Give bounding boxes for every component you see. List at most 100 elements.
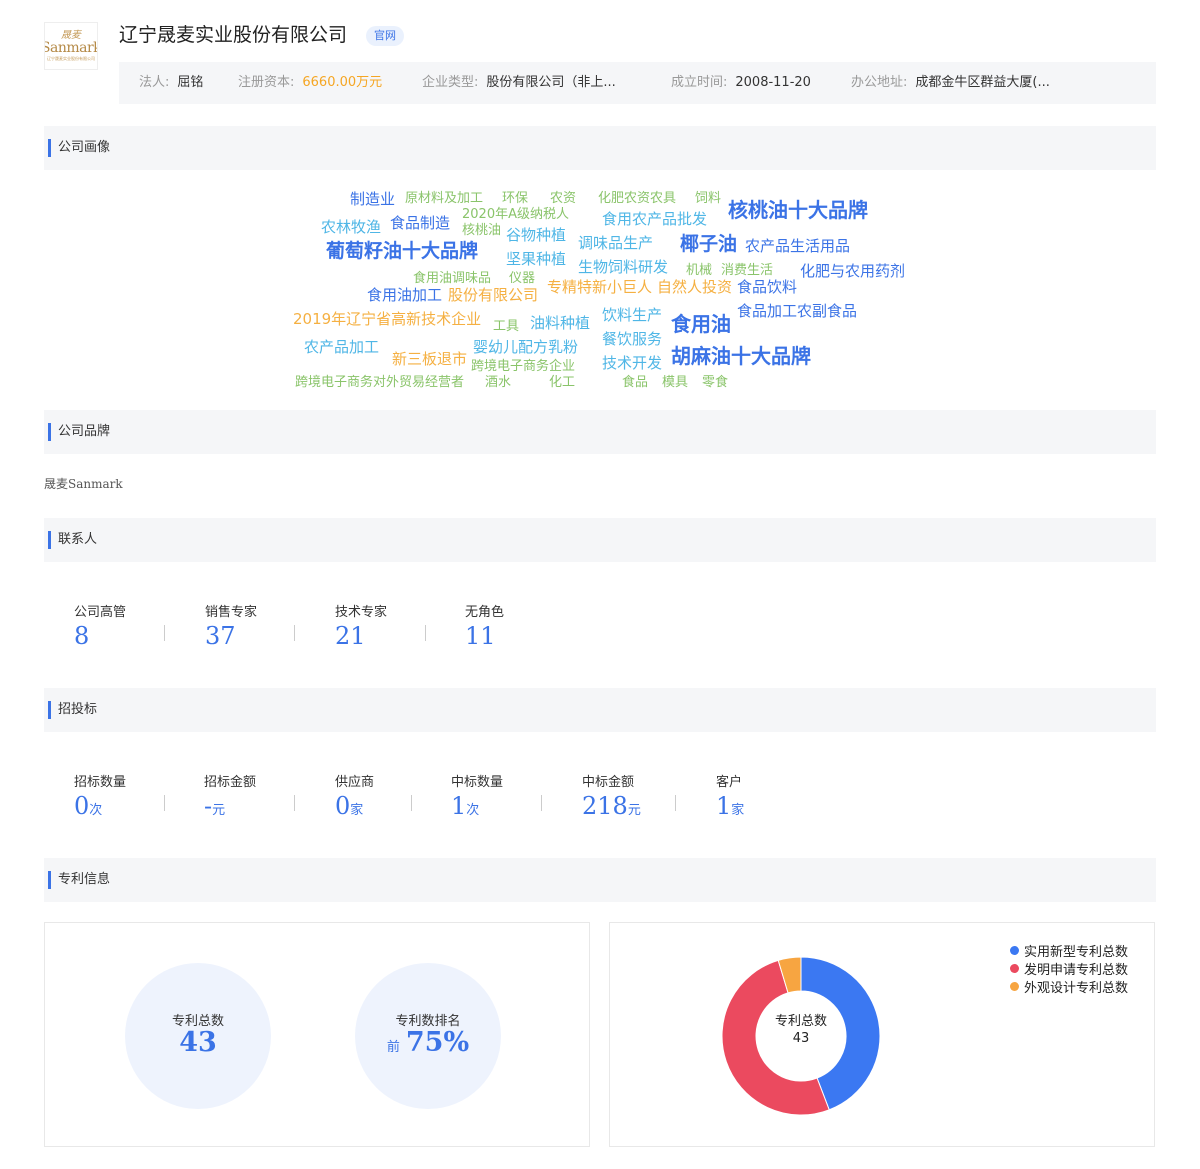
tag-word: 新三板退市 [392,350,468,368]
stat-unit: 元 [212,803,226,818]
stat-value: 0家 [335,792,374,820]
stat-label: 供应商 [335,775,375,790]
section-accent-bar [48,531,51,549]
tag-word: 2019年辽宁省高新技术企业 [293,310,482,328]
tag-word: 跨境电子商务企业 [471,359,576,374]
bid-stat-suppliers[interactable]: 供应商 0家 [335,771,374,820]
bid-stat-customers[interactable]: 客户 1家 [716,771,744,820]
stat-label: 中标金额 [582,775,635,790]
legend-item-utility[interactable]: 实用新型专利总数 [1009,941,1128,960]
bid-stat-wins[interactable]: 中标数量 1次 [451,771,503,820]
contact-stat-no-role[interactable]: 无角色 11 [465,601,504,650]
stat-value: 1家 [716,792,744,820]
tag-word-cloud: 制造业 原材料及加工 环保 农资 化肥农资农具 饲料 核桃油十大品牌 2020年A级纳税人 农林… [0,170,1200,405]
tag-word: 农产品生活用品 [745,237,851,255]
official-site-badge[interactable]: 官网 [366,26,404,46]
tag-word: 农产品加工 [304,338,380,356]
patent-total-value: 43 [179,1027,217,1058]
tag-word: 油料种植 [530,314,591,332]
stat-value: 218元 [582,792,641,820]
tag-word: 环保 [502,191,529,206]
section-header-patents: 专利信息 [44,858,1156,902]
info-label: 法人: [139,75,170,90]
stat-divider [541,795,542,811]
section-title: 公司品牌 [58,424,111,439]
stat-value: 0次 [74,792,126,820]
info-value: 6660.00万元 [302,75,383,90]
donut-center: 专利总数 43 [751,1013,851,1047]
tag-word: 食品加工农副食品 [737,302,858,320]
tag-word: 核桃油十大品牌 [728,198,868,222]
legend-dot [1009,945,1019,955]
donut-center-value: 43 [792,1031,810,1046]
info-label: 成立时间: [671,75,728,90]
info-value: 股份有限公司（非上... [486,75,616,90]
tag-word: 股份有限公司 [448,286,539,304]
legend-item-design[interactable]: 外观设计专利总数 [1009,977,1128,996]
contact-stat-sales[interactable]: 销售专家 37 [205,601,257,650]
tag-word: 食用油调味品 [413,271,492,286]
stat-label: 招标金额 [204,775,257,790]
patent-rank-circle: 专利数排名 前 75% [355,963,501,1109]
tag-word: 餐饮服务 [602,330,663,348]
patent-chart-card: 专利总数 43 实用新型专利总数 发明申请专利总数 外观设计专利总数 [609,922,1155,1147]
stat-value: -元 [204,792,256,820]
section-accent-bar [48,871,51,889]
company-info-bar: 法人: 屈铭 注册资本: 6660.00万元 企业类型: 股份有限公司（非上... 成… [119,62,1156,104]
donut-center-label: 专利总数 [774,1014,827,1029]
bid-stat-tender-amount[interactable]: 招标金额 -元 [204,771,256,820]
stat-unit: 次 [89,803,103,818]
tag-word: 调味品生产 [578,234,654,252]
stat-value: 11 [465,622,504,650]
tag-word: 婴幼儿配方乳粉 [473,338,579,356]
stat-label: 中标数量 [451,775,504,790]
tag-word: 酒水 [485,375,512,390]
tag-word: 化肥与农用药剂 [800,262,906,280]
tag-word: 食用油加工 [367,286,443,304]
stat-divider [675,795,676,811]
stat-label: 无角色 [465,605,505,620]
section-title: 联系人 [58,532,98,547]
stat-divider [164,625,165,641]
tag-word: 食品 [622,375,649,390]
stat-divider [411,795,412,811]
info-value: 屈铭 [177,75,204,90]
stat-number: 11 [465,622,496,650]
stat-label: 招标数量 [74,775,127,790]
logo-sub-text: 辽宁晟麦实业股份有限公司 [47,56,95,62]
bid-stat-win-amount[interactable]: 中标金额 218元 [582,771,641,820]
section-accent-bar [48,701,51,719]
contact-stat-tech[interactable]: 技术专家 21 [335,601,387,650]
section-header-contacts: 联系人 [44,518,1156,562]
tag-word: 仪器 [509,271,536,286]
tag-word: 化工 [549,375,576,390]
info-label: 办公地址: [851,75,908,90]
legend-item-invention[interactable]: 发明申请专利总数 [1009,959,1128,978]
info-label: 企业类型: [422,75,479,90]
section-title: 专利信息 [58,872,111,887]
info-office-address: 办公地址: 成都金牛区群益大厦(... [851,62,1050,104]
patent-total-circle: 专利总数 43 [125,963,271,1109]
tag-word: 生物饲料研发 [578,258,669,276]
tag-word: 农林牧渔 [321,218,382,236]
bid-stat-tender-count[interactable]: 招标数量 0次 [74,771,126,820]
tag-word: 制造业 [350,190,396,208]
stat-value: 1次 [451,792,503,820]
stat-number: 0 [335,792,351,820]
tag-word: 饲料 [695,191,722,206]
stat-unit: 次 [466,803,480,818]
tag-word: 零食 [702,375,729,390]
stat-divider [164,795,165,811]
company-logo: 晟麦 Sanmark 辽宁晟麦实业股份有限公司 [44,22,98,70]
stat-number: 8 [74,622,90,650]
patent-summary-card: 专利总数 43 专利数排名 前 75% [44,922,590,1147]
legend-label: 外观设计专利总数 [1023,980,1128,996]
tag-word: 核桃油 [462,223,502,238]
tag-word: 消费生活 [721,263,774,278]
patent-rank-value: 75% [405,1027,470,1058]
info-value: 2008-11-20 [735,75,811,90]
patent-rank-prefix: 前 [386,1040,400,1055]
stat-value: 37 [205,622,257,650]
stat-divider [294,625,295,641]
contact-stat-executives[interactable]: 公司高管 8 [74,601,126,650]
